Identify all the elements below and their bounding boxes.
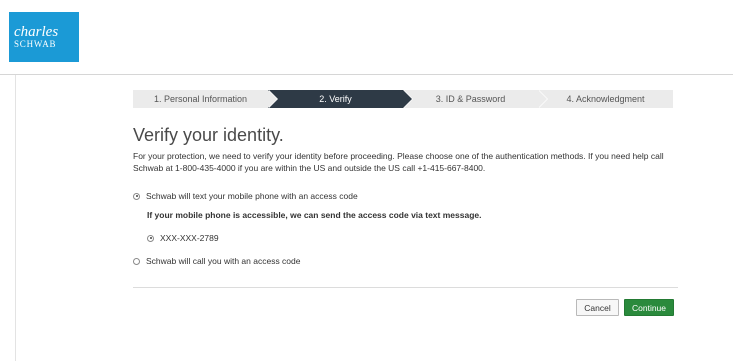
logo-line2: SCHWAB xyxy=(14,38,57,49)
cancel-button[interactable]: Cancel xyxy=(576,299,619,316)
page-title: Verify your identity. xyxy=(133,125,284,145)
step-acknowledgment: 4. Acknowledgment xyxy=(538,90,673,108)
step-id-password: 3. ID & Password xyxy=(403,90,548,108)
text-option-row[interactable]: Schwab will text your mobile phone with … xyxy=(133,191,358,201)
phone-option-row[interactable]: XXX-XXX-2789 xyxy=(147,233,219,243)
step-arrow xyxy=(268,90,277,108)
logo-line1: charles xyxy=(14,23,59,40)
step-arrow xyxy=(403,90,412,108)
page-header: charles SCHWAB xyxy=(0,0,733,75)
call-option-row[interactable]: Schwab will call you with an access code xyxy=(133,256,301,266)
step-label: 4. Acknowledgment xyxy=(566,94,645,104)
step-personal-information: 1. Personal Information xyxy=(133,90,278,108)
call-option-label: Schwab will call you with an access code xyxy=(146,256,301,266)
step-verify: 2. Verify xyxy=(268,90,413,108)
text-option-label: Schwab will text your mobile phone with … xyxy=(146,191,358,201)
progress-steps: 1. Personal Information 2. Verify 3. ID … xyxy=(133,90,673,108)
text-option-note: If your mobile phone is accessible, we c… xyxy=(147,210,482,220)
step-label: 1. Personal Information xyxy=(153,94,248,104)
continue-button[interactable]: Continue xyxy=(624,299,674,316)
intro-text: For your protection, we need to verify y… xyxy=(133,151,664,173)
step-label: 2. Verify xyxy=(319,94,352,104)
phone-number-label: XXX-XXX-2789 xyxy=(160,233,219,243)
form-divider xyxy=(133,287,678,288)
text-option-radio[interactable] xyxy=(133,192,140,200)
schwab-logo[interactable]: charles SCHWAB xyxy=(9,12,79,62)
left-divider xyxy=(15,75,16,361)
call-option-radio[interactable] xyxy=(133,257,140,265)
step-label: 3. ID & Password xyxy=(435,94,506,104)
step-arrow xyxy=(538,90,547,108)
phone-radio[interactable] xyxy=(147,234,154,242)
